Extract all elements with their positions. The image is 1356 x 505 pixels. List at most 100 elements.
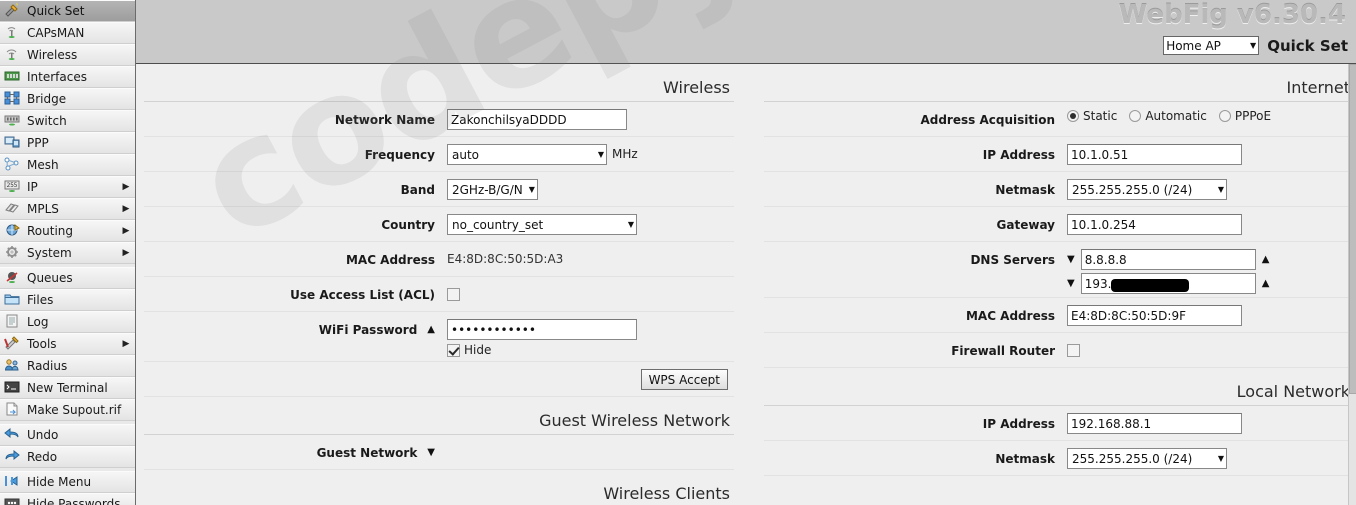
network-name-input[interactable]: [447, 109, 627, 130]
band-select[interactable]: 2GHz-B/G/N ▼: [447, 179, 538, 200]
sidebar-item-label: Routing: [27, 220, 119, 242]
sidebar-item-label: System: [27, 242, 119, 264]
row-internet-netmask: Netmask 255.255.255.0 (/24) ▼: [764, 172, 1348, 207]
hide-menu-icon: [4, 474, 22, 490]
sidebar-item-quick-set[interactable]: Quick Set: [0, 0, 135, 22]
row-internet-ip: IP Address: [764, 137, 1348, 172]
dns-1-up-icon[interactable]: ▲: [1262, 254, 1270, 266]
internet-netmask-select[interactable]: 255.255.255.0 (/24) ▼: [1067, 179, 1227, 200]
acl-checkbox[interactable]: [447, 288, 460, 301]
hide-password-checkbox[interactable]: [447, 344, 460, 357]
sidebar-item-label: Make Supout.rif: [27, 399, 135, 421]
dns-2-input[interactable]: 193.: [1081, 273, 1256, 294]
sidebar-item-mesh[interactable]: Mesh: [0, 154, 135, 176]
row-local-netmask: Netmask 255.255.255.0 (/24) ▼: [764, 441, 1348, 476]
mesh-icon: [4, 157, 22, 173]
sidebar-item-label: Queues: [27, 267, 135, 289]
sidebar-item-tools[interactable]: Tools▶: [0, 333, 135, 355]
system-icon: [4, 245, 22, 261]
radio-static-dot: [1067, 110, 1079, 122]
mpls-icon: [4, 201, 22, 217]
sidebar-item-capsman[interactable]: CAPsMAN: [0, 22, 135, 44]
main-content: Wireless Network Name Frequency auto ▼ M…: [136, 64, 1348, 505]
row-country: Country no_country_set ▼: [144, 207, 734, 242]
wireless-mac-label: MAC Address: [144, 242, 439, 267]
sidebar-item-hide-passwords[interactable]: Hide Passwords: [0, 493, 135, 505]
sidebar-item-label: Interfaces: [27, 66, 135, 88]
sidebar-item-bridge[interactable]: Bridge: [0, 88, 135, 110]
sidebar-item-radius[interactable]: Radius: [0, 355, 135, 377]
radio-automatic[interactable]: Automatic: [1129, 109, 1207, 123]
sidebar-item-routing[interactable]: Routing▶: [0, 220, 135, 242]
sidebar-item-interfaces[interactable]: Interfaces: [0, 66, 135, 88]
redo-icon: [4, 449, 22, 465]
sidebar-item-files[interactable]: Files: [0, 289, 135, 311]
internet-mac-input[interactable]: [1067, 305, 1242, 326]
chevron-down-icon: ▼: [628, 220, 634, 229]
sidebar-item-undo[interactable]: Undo: [0, 424, 135, 446]
sidebar-item-log[interactable]: Log: [0, 311, 135, 333]
gateway-input[interactable]: [1067, 214, 1242, 235]
local-netmask-select[interactable]: 255.255.255.0 (/24) ▼: [1067, 448, 1227, 469]
sidebar-item-new-terminal[interactable]: New Terminal: [0, 377, 135, 399]
mode-select[interactable]: Home AP ▼: [1163, 36, 1259, 55]
wireless-icon: [4, 47, 22, 63]
dns-2-up-icon[interactable]: ▲: [1262, 278, 1270, 290]
guest-network-expand-icon[interactable]: ▼: [427, 447, 435, 459]
local-ip-input[interactable]: [1067, 413, 1242, 434]
row-wps: WPS Accept: [144, 362, 734, 397]
frequency-select[interactable]: auto ▼: [447, 144, 607, 165]
routing-icon: [4, 223, 22, 239]
sidebar-item-queues[interactable]: Queues: [0, 267, 135, 289]
sidebar-item-label: Files: [27, 289, 135, 311]
row-internet-mac: MAC Address: [764, 298, 1348, 333]
chevron-right-icon: ▶: [119, 242, 133, 264]
chevron-right-icon: ▶: [119, 198, 133, 220]
radio-pppoe-label: PPPoE: [1235, 109, 1271, 123]
quickset-icon: [4, 3, 22, 19]
sidebar-item-switch[interactable]: Switch: [0, 110, 135, 132]
country-select[interactable]: no_country_set ▼: [447, 214, 637, 235]
dns-1-down-icon[interactable]: ▼: [1067, 254, 1075, 266]
ip-icon: 255: [4, 179, 22, 195]
sidebar-item-ppp[interactable]: PPP: [0, 132, 135, 154]
brand-title: WebFig v6.30.4: [1119, 0, 1346, 30]
chevron-right-icon: ▶: [119, 176, 133, 198]
radio-static-label: Static: [1083, 109, 1117, 123]
sidebar-item-system[interactable]: System▶: [0, 242, 135, 264]
sidebar-item-make-supout-rif[interactable]: Make Supout.rif: [0, 399, 135, 421]
dns-2-down-icon[interactable]: ▼: [1067, 278, 1075, 290]
radio-pppoe[interactable]: PPPoE: [1219, 109, 1271, 123]
wireless-mac-value: E4:8D:8C:50:5D:A3: [447, 249, 563, 270]
ppp-icon: [4, 135, 22, 151]
sidebar-item-redo[interactable]: Redo: [0, 446, 135, 468]
wps-accept-button[interactable]: WPS Accept: [641, 369, 728, 390]
tools-icon: [4, 336, 22, 352]
row-frequency: Frequency auto ▼ MHz: [144, 137, 734, 172]
undo-icon: [4, 427, 22, 443]
dns-1-input[interactable]: [1081, 249, 1256, 270]
switch-icon: [4, 113, 22, 129]
sidebar-item-mpls[interactable]: MPLS▶: [0, 198, 135, 220]
internet-ip-input[interactable]: [1067, 144, 1242, 165]
dns-row-2: ▼ 193. ▲: [1067, 273, 1269, 294]
firewall-router-checkbox[interactable]: [1067, 344, 1080, 357]
wifi-password-input[interactable]: [447, 319, 637, 340]
row-guest-network: Guest Network ▼: [144, 435, 734, 470]
wifi-password-collapse-icon[interactable]: ▲: [427, 324, 435, 336]
chevron-right-icon: ▶: [119, 220, 133, 242]
country-value: no_country_set: [452, 218, 543, 232]
network-name-label: Network Name: [144, 102, 439, 127]
band-label: Band: [144, 172, 439, 197]
queues-icon: [4, 270, 22, 286]
radio-static[interactable]: Static: [1067, 109, 1117, 123]
bridge-icon: [4, 91, 22, 107]
sidebar-item-wireless[interactable]: Wireless: [0, 44, 135, 66]
scrollbar-thumb[interactable]: [1349, 64, 1356, 394]
sidebar-item-hide-menu[interactable]: Hide Menu: [0, 471, 135, 493]
guest-network-label: Guest Network: [317, 446, 418, 460]
row-band: Band 2GHz-B/G/N ▼: [144, 172, 734, 207]
vertical-scrollbar[interactable]: [1348, 64, 1356, 505]
row-wifi-password: WiFi Password ▲ Hide: [144, 312, 734, 362]
sidebar-item-ip[interactable]: 255IP▶: [0, 176, 135, 198]
